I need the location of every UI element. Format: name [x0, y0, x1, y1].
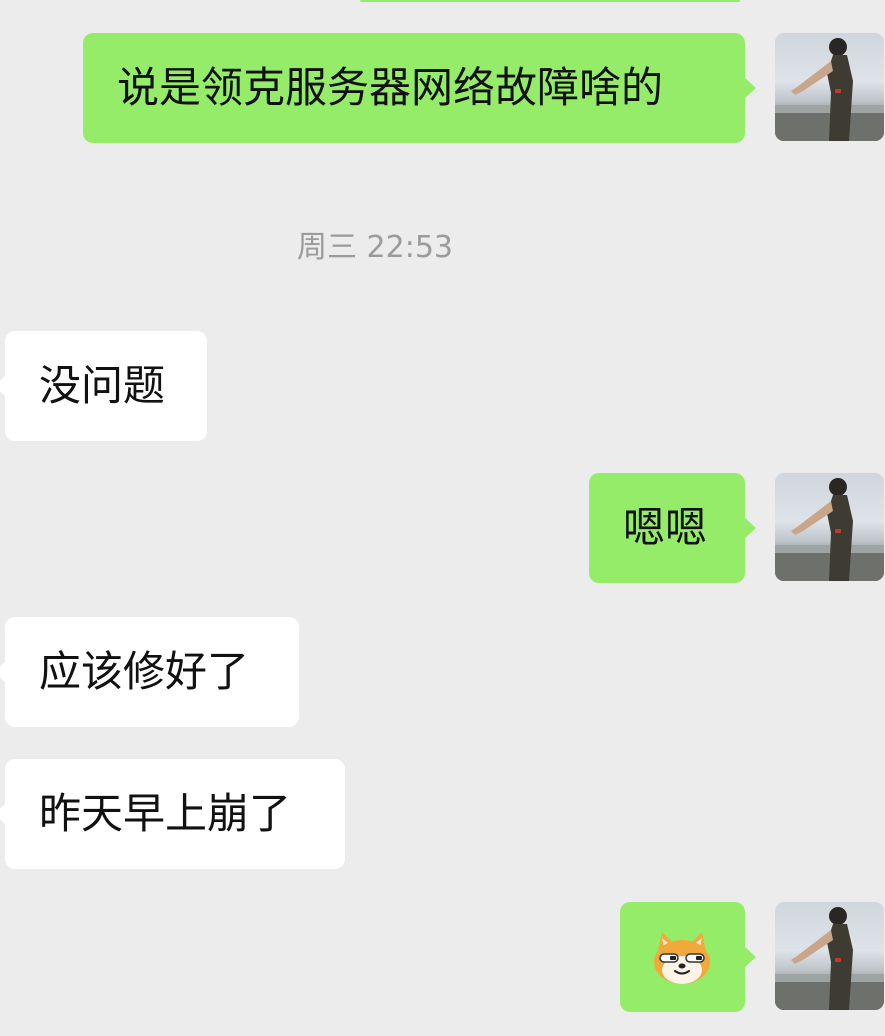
sticker-bubble[interactable]	[620, 902, 756, 1012]
avatar[interactable]	[775, 33, 884, 141]
avatar[interactable]	[775, 902, 884, 1010]
message-bubble[interactable]: 嗯嗯	[589, 473, 756, 583]
message-text: 昨天早上崩了	[39, 789, 292, 838]
message-bubble[interactable]: 应该修好了	[0, 617, 299, 727]
message-text: 嗯嗯	[623, 503, 708, 552]
message-text: 说是领克服务器网络故障啥的	[117, 63, 664, 112]
message-bubble[interactable]: 说是领克服务器网络故障啥的	[83, 33, 756, 143]
message-text: 应该修好了	[39, 647, 250, 696]
shiba-dog-emoji-icon	[654, 932, 710, 984]
person-photo-icon	[775, 38, 884, 141]
chat-area: 说是领克服务器网络故障啥的 周三 22:53 没问题 嗯嗯 应该修好了 昨天早上…	[0, 0, 885, 1036]
message-timestamp: 周三 22:53	[297, 230, 453, 265]
avatar[interactable]	[775, 473, 884, 581]
message-text: 没问题	[39, 361, 166, 410]
person-photo-icon	[775, 907, 884, 1010]
message-bubble[interactable]: 没问题	[0, 331, 207, 441]
message-bubble[interactable]: 昨天早上崩了	[0, 759, 345, 869]
person-photo-icon	[775, 478, 884, 581]
previous-message-bubble-edge[interactable]	[360, 0, 740, 2]
